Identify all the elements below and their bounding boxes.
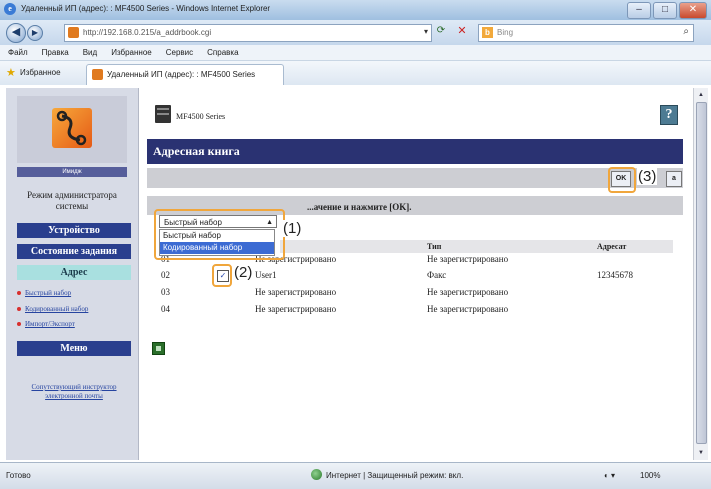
zoom-level[interactable]: 100% (640, 471, 660, 480)
favorites-star-icon[interactable]: ★ (6, 66, 16, 79)
bullet-icon (17, 307, 21, 312)
scroll-up-icon[interactable]: ▲ (695, 89, 707, 101)
search-box[interactable]: b Bing ⌕ (478, 24, 694, 42)
link-import-export[interactable]: Импорт/Экспорт (17, 320, 75, 328)
address-bar[interactable]: http://192.168.0.215/a_addrbook.cgi ▾ (64, 24, 432, 42)
page-title: Адресная книга (147, 139, 683, 164)
remote-ui-logo-icon (52, 108, 92, 148)
vertical-scrollbar[interactable]: ▲ ▼ (693, 88, 708, 460)
scroll-thumb[interactable] (696, 102, 707, 444)
tools-icon[interactable]: ◐ ▾ (604, 471, 615, 480)
email-support-link[interactable]: Сопутствующий инструктор электронной поч… (24, 383, 124, 401)
search-icon[interactable]: ⌕ (683, 26, 689, 37)
col-type: Тип (427, 242, 442, 251)
scroll-down-icon[interactable]: ▼ (695, 447, 707, 459)
callout-1: (1) (282, 220, 303, 237)
row-name: Не зарегистрировано (255, 287, 337, 297)
table-row: 03 Не зарегистрировано Не зарегистрирова… (161, 286, 681, 300)
link-speed-dial[interactable]: Быстрый набор (17, 289, 71, 297)
row-number: 03 (161, 287, 170, 297)
page-top-icon[interactable] (152, 342, 165, 355)
favorites-bar: ★ Избранное Удаленный ИП (адрес): : MF45… (0, 61, 711, 86)
row-type: Не зарегистрировано (427, 304, 509, 314)
stop-icon[interactable]: ✕ (455, 25, 469, 39)
cancel-button[interactable]: а (666, 171, 682, 187)
link-coded-dial[interactable]: Кодированный набор (17, 305, 88, 313)
action-bar: OK а (147, 168, 683, 188)
window-title: Удаленный ИП (адрес): : MF4500 Series - … (21, 4, 271, 13)
row-type: Не зарегистрировано (427, 254, 509, 264)
site-icon (68, 27, 79, 38)
highlight-select (154, 209, 285, 260)
title-bar: e Удаленный ИП (адрес): : MF4500 Series … (0, 0, 711, 21)
row-type: Не зарегистрировано (427, 287, 509, 297)
tab-site-icon (92, 69, 103, 80)
refresh-icon[interactable]: ⟳ (432, 25, 450, 39)
menu-button[interactable]: Меню (17, 341, 131, 356)
address-row: ◀ ▶ http://192.168.0.215/a_addrbook.cgi … (0, 20, 711, 45)
forward-button[interactable]: ▶ (27, 25, 43, 41)
menu-file[interactable]: Файл (8, 45, 28, 60)
device-label: Имидж (17, 167, 127, 177)
status-bar: Готово Интернет | Защищенный режим: вкл.… (0, 462, 711, 489)
row-name: User1 (255, 270, 277, 280)
close-button[interactable]: ✕ (679, 2, 707, 19)
printer-icon (155, 105, 171, 123)
menu-favorites[interactable]: Избранное (111, 45, 152, 60)
menu-tools[interactable]: Сервис (166, 45, 193, 60)
row-dest: 12345678 (597, 270, 633, 280)
tab-title: Удаленный ИП (адрес): : MF4500 Series (107, 70, 256, 79)
logo-area (17, 96, 127, 163)
highlight-ok (608, 167, 636, 193)
row-name: Не зарегистрировано (255, 304, 337, 314)
menu-edit[interactable]: Правка (42, 45, 69, 60)
zone-text: Интернет | Защищенный режим: вкл. (326, 471, 464, 480)
help-icon[interactable]: ? (660, 105, 678, 125)
bing-icon: b (482, 27, 493, 38)
bullet-icon (17, 322, 21, 327)
search-placeholder: Bing (497, 28, 514, 37)
row-type: Факс (427, 270, 447, 280)
menu-help[interactable]: Справка (207, 45, 238, 60)
main-content: MF4500 Series ? Адресная книга OK а (3) … (140, 88, 693, 460)
menu-bar: Файл Правка Вид Избранное Сервис Справка (0, 45, 711, 61)
address-button[interactable]: Адрес (17, 265, 131, 280)
browser-tab[interactable]: Удаленный ИП (адрес): : MF4500 Series (86, 64, 284, 85)
back-button[interactable]: ◀ (6, 23, 26, 43)
callout-2: (2) (233, 264, 254, 281)
col-destination: Адресат (597, 242, 627, 251)
url-text: http://192.168.0.215/a_addrbook.cgi (83, 28, 212, 37)
table-row: 04 Не зарегистрировано Не зарегистрирова… (161, 303, 681, 317)
callout-3: (3) (637, 168, 658, 185)
row-number: 04 (161, 304, 170, 314)
device-button[interactable]: Устройство (17, 223, 131, 238)
menu-view[interactable]: Вид (83, 45, 97, 60)
row-number: 02 (161, 270, 170, 280)
instruction-text: ...ачение и нажмите [OK]. (307, 202, 412, 212)
status-text: Готово (6, 471, 31, 480)
minimize-button[interactable]: – (627, 2, 651, 19)
maximize-button[interactable]: □ (653, 2, 677, 19)
highlight-checkbox (212, 264, 232, 287)
bullet-icon (17, 291, 21, 296)
job-status-button[interactable]: Состояние задания (17, 244, 131, 259)
series-name: MF4500 Series (176, 112, 226, 121)
internet-zone-icon (311, 469, 322, 480)
favorites-label[interactable]: Избранное (20, 68, 61, 77)
left-nav-panel: Имидж Режим администратора системы Устро… (6, 88, 139, 460)
dropdown-arrow-icon[interactable]: ▾ (424, 27, 428, 36)
admin-mode-text: Режим администратора системы (27, 190, 117, 211)
page-viewport: Имидж Режим администратора системы Устро… (0, 85, 711, 462)
window-controls: – □ ✕ (627, 2, 707, 19)
ie-icon: e (4, 3, 16, 15)
